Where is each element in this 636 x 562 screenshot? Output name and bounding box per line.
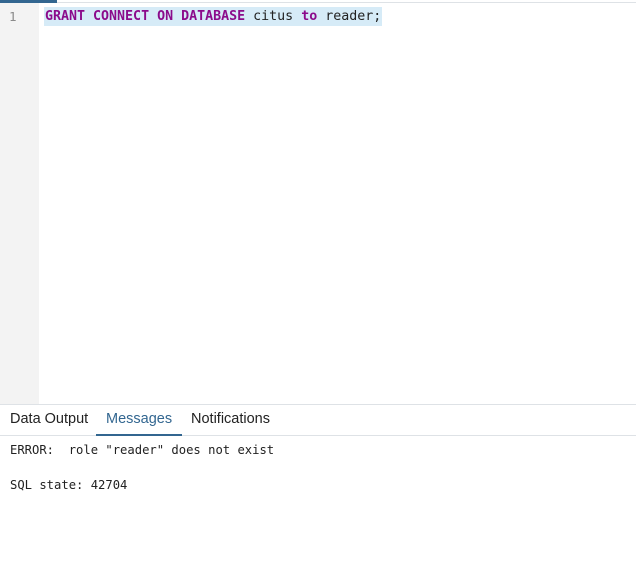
sql-state-message: SQL state: 42704 (10, 478, 128, 492)
sql-identifier: citus (245, 9, 302, 24)
tab-messages[interactable]: Messages (96, 405, 183, 436)
line-number-gutter: 1 (0, 3, 39, 404)
tab-data-output[interactable]: Data Output (0, 405, 98, 435)
sql-identifier: reader; (317, 9, 382, 24)
messages-panel: ERROR: role "reader" does not exist SQL … (10, 441, 274, 494)
query-tool: 1 GRANT CONNECT ON DATABASE citus to rea… (0, 0, 636, 562)
error-message: ERROR: role "reader" does not exist (10, 443, 275, 457)
sql-keyword: to (301, 9, 318, 24)
tab-notifications[interactable]: Notifications (181, 405, 280, 435)
results-tab-bar: Data Output Messages Notifications (0, 404, 636, 436)
sql-keyword: GRANT CONNECT ON DATABASE (45, 9, 246, 24)
line-number: 1 (9, 9, 17, 24)
code-line[interactable]: GRANT CONNECT ON DATABASE citus to reade… (44, 7, 383, 26)
sql-editor[interactable]: 1 GRANT CONNECT ON DATABASE citus to rea… (0, 3, 636, 404)
